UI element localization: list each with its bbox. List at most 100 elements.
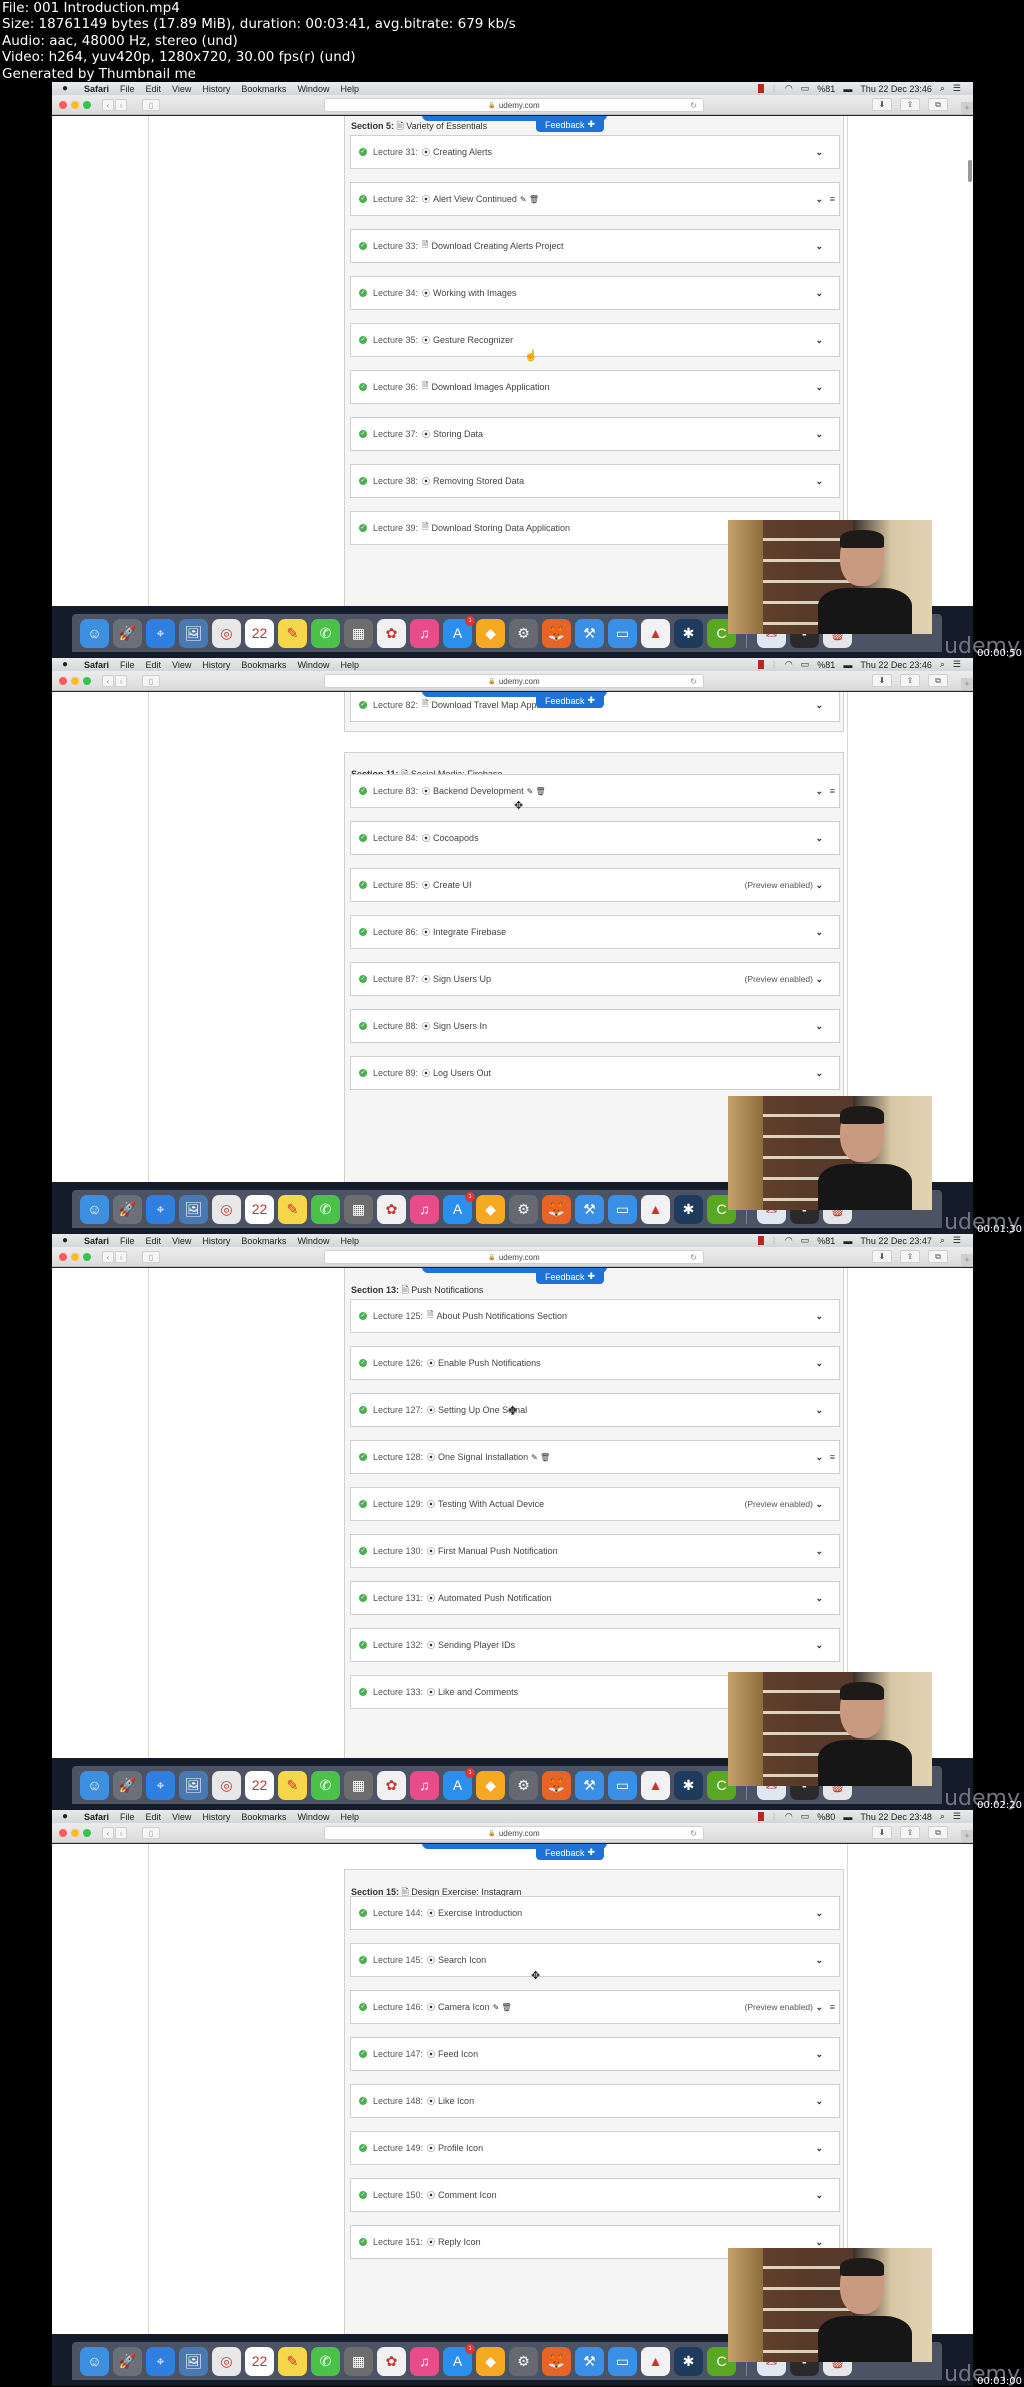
lecture-row[interactable]: ✓ Lecture 147: ⦿ Feed Icon ⌄ (350, 2037, 840, 2071)
dock-launchpad-icon[interactable]: 🚀 (113, 2346, 142, 2376)
dock-vlc-icon[interactable]: ▲ (641, 2346, 670, 2376)
dock-sketch-icon[interactable]: ◆ (476, 1194, 505, 1224)
menu-history[interactable]: History (202, 1812, 230, 1822)
wifi-icon[interactable]: ◠ (785, 1811, 793, 1822)
pencil-icon[interactable]: ✎ (531, 1453, 538, 1462)
dock-facetime-icon[interactable]: ✆ (311, 1194, 340, 1224)
downloads-button[interactable]: ⬇ (872, 1250, 892, 1263)
trash-icon[interactable]: 🗑 (536, 787, 546, 796)
recording-icon[interactable] (757, 1236, 764, 1245)
apple-icon[interactable]: ● (62, 83, 72, 94)
dock-sourcetree-icon[interactable]: ✱ (674, 618, 703, 648)
new-tab-button[interactable]: + (961, 1830, 973, 1842)
lecture-row[interactable]: ✓ Lecture 145: ⦿ Search Icon ⌄ (350, 1943, 840, 1977)
back-button[interactable]: ‹ (102, 1827, 114, 1839)
dock-sketch-icon[interactable]: ◆ (476, 1770, 505, 1800)
new-tab-button[interactable]: + (961, 102, 973, 114)
close-window-button[interactable] (59, 677, 67, 685)
lecture-row[interactable]: ✓ Lecture 89: ⦿ Log Users Out ⌄ (350, 1056, 840, 1090)
chevron-down-icon[interactable]: ⌄ (815, 429, 823, 440)
forward-button[interactable]: › (115, 675, 127, 687)
lecture-row[interactable]: ✓ Lecture 86: ⦿ Integrate Firebase ⌄ (350, 915, 840, 949)
chevron-down-icon[interactable]: ⌄ (815, 2190, 823, 2201)
feedback-button[interactable]: Feedback ✚ (536, 1269, 604, 1284)
dock-firefox-icon[interactable]: 🦊 (542, 1194, 571, 1224)
lecture-row[interactable]: ✓ Lecture 144: ⦿ Exercise Introduction ⌄ (350, 1896, 840, 1930)
dock-firefox-icon[interactable]: 🦊 (542, 2346, 571, 2376)
dock-safari-icon[interactable]: ⌖ (146, 2346, 175, 2376)
dock-app-store-icon[interactable]: A 1 (443, 1191, 475, 1224)
menu-bookmarks[interactable]: Bookmarks (241, 1236, 286, 1246)
dock-notes-icon[interactable]: ✎ (278, 2346, 307, 2376)
dock-photos-icon[interactable]: ✿ (377, 2346, 406, 2376)
chevron-down-icon[interactable]: ⌄ (815, 1405, 823, 1416)
chevron-down-icon[interactable]: ⌄ (815, 335, 823, 346)
battery-icon[interactable]: ▬ (843, 84, 852, 94)
dock-vlc-icon[interactable]: ▲ (641, 1770, 670, 1800)
dock-sourcetree-icon[interactable]: ✱ (674, 2346, 703, 2376)
dock-system-preferences-icon[interactable]: ⚙ (509, 2346, 538, 2376)
menu-bookmarks[interactable]: Bookmarks (241, 84, 286, 94)
spotlight-icon[interactable]: ⌕ (940, 83, 945, 94)
menu-window[interactable]: Window (297, 84, 329, 94)
zoom-window-button[interactable] (83, 1253, 91, 1261)
chevron-down-icon[interactable]: ⌄ (815, 700, 823, 711)
chevron-down-icon[interactable]: ⌄ (815, 1499, 823, 1510)
lecture-row[interactable]: ✓ Lecture 87: ⦿ Sign Users Up (Preview e… (350, 962, 840, 996)
share-button[interactable]: ⇪ (900, 1826, 920, 1839)
dock-finder-icon[interactable]: ☺ (80, 1194, 109, 1224)
tabs-overview-button[interactable]: ⧉ (928, 1250, 948, 1263)
dock-xcode-icon[interactable]: ⚒ (575, 2346, 604, 2376)
bluetooth-icon[interactable]: ᛒ (772, 1812, 777, 1822)
recording-icon[interactable] (757, 660, 764, 669)
menu-bookmarks[interactable]: Bookmarks (241, 1812, 286, 1822)
wifi-icon[interactable]: ◠ (785, 1235, 793, 1246)
dock-firefox-icon[interactable]: 🦊 (542, 1770, 571, 1800)
chevron-down-icon[interactable]: ⌄ (815, 1311, 823, 1322)
notification-center-icon[interactable]: ☰ (953, 1235, 961, 1246)
bluetooth-icon[interactable]: ᛒ (772, 84, 777, 94)
dock-xcode-icon[interactable]: ⚒ (575, 1194, 604, 1224)
chevron-down-icon[interactable]: ⌄ (815, 1955, 823, 1966)
dock-facetime-icon[interactable]: ✆ (311, 2346, 340, 2376)
chevron-down-icon[interactable]: ⌄ (815, 1593, 823, 1604)
spotlight-icon[interactable]: ⌕ (940, 659, 945, 670)
dock-launchpad-icon[interactable]: 🚀 (113, 1194, 142, 1224)
lecture-row[interactable]: ✓ Lecture 35: ⦿ Gesture Recognizer ⌄ (350, 323, 840, 357)
dock-chrome-icon[interactable]: ◎ (212, 618, 241, 648)
recording-icon[interactable] (757, 84, 764, 93)
lecture-row[interactable]: ✓ Lecture 32: ⦿ Alert View Continued ✎ 🗑… (350, 182, 840, 216)
reload-icon[interactable]: ↻ (690, 677, 697, 686)
menu-file[interactable]: File (120, 1812, 135, 1822)
dock-launchpad-icon[interactable]: 🚀 (113, 618, 142, 648)
dock-calendar-icon[interactable]: 22 (245, 618, 274, 648)
tabs-overview-button[interactable]: ⧉ (928, 1826, 948, 1839)
menu-help[interactable]: Help (340, 1236, 359, 1246)
lecture-row[interactable]: ✓ Lecture 37: ⦿ Storing Data ⌄ (350, 417, 840, 451)
zoom-window-button[interactable] (83, 1829, 91, 1837)
chevron-down-icon[interactable]: ⌄ (815, 476, 823, 487)
lecture-row[interactable]: ✓ Lecture 148: ⦿ Like Icon ⌄ (350, 2084, 840, 2118)
drag-handle-icon[interactable]: ≡ (830, 194, 835, 204)
dock-app-store-icon[interactable]: A 1 (443, 2343, 475, 2376)
notification-center-icon[interactable]: ☰ (953, 83, 961, 94)
clock[interactable]: Thu 22 Dec 23:47 (860, 1236, 932, 1246)
battery-icon[interactable]: ▬ (843, 1236, 852, 1246)
dock-calculator-icon[interactable]: ▦ (344, 618, 373, 648)
menu-edit[interactable]: Edit (146, 1236, 162, 1246)
minimize-window-button[interactable] (71, 101, 79, 109)
chevron-down-icon[interactable]: ⌄ (815, 1358, 823, 1369)
feedback-button[interactable]: Feedback ✚ (536, 117, 604, 132)
dock-facetime-icon[interactable]: ✆ (311, 1770, 340, 1800)
close-window-button[interactable] (59, 1829, 67, 1837)
dock-sourcetree-icon[interactable]: ✱ (674, 1770, 703, 1800)
dock-calculator-icon[interactable]: ▦ (344, 2346, 373, 2376)
dock-simulator-icon[interactable]: ▭ (608, 2346, 637, 2376)
dock-photos-icon[interactable]: ✿ (377, 1194, 406, 1224)
chevron-down-icon[interactable]: ⌄ (815, 1640, 823, 1651)
airplay-icon[interactable]: ▭ (801, 659, 810, 670)
dock-chrome-icon[interactable]: ◎ (212, 2346, 241, 2376)
chevron-down-icon[interactable]: ⌄ (815, 194, 823, 205)
lecture-row[interactable]: ✓ Lecture 34: ⦿ Working with Images ⌄ (350, 276, 840, 310)
dock-preview-icon[interactable]: 🖼 (179, 2346, 208, 2376)
